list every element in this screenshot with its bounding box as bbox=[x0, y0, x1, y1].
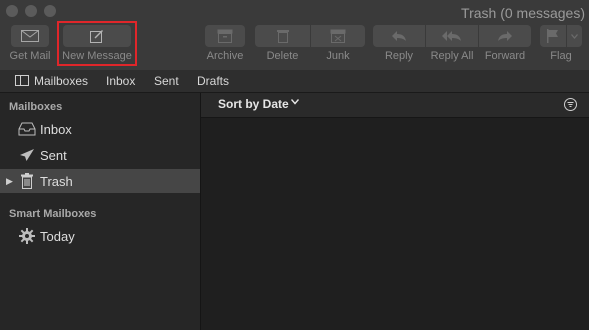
message-list-header: Sort by Date bbox=[201, 93, 589, 118]
trash-icon bbox=[18, 172, 36, 190]
inbox-icon bbox=[18, 120, 36, 138]
get-mail-label: Get Mail bbox=[9, 50, 51, 62]
sidebar-item-today[interactable]: Today bbox=[0, 224, 200, 248]
chevron-down-icon bbox=[290, 97, 300, 108]
toolbar: Trash (0 messages) Get Mail New Message … bbox=[0, 0, 589, 71]
trash-icon bbox=[276, 30, 289, 43]
reply-all-button[interactable] bbox=[426, 25, 478, 47]
favorites-bar bbox=[0, 70, 589, 93]
flag-label: Flag bbox=[550, 50, 572, 62]
window-title: Trash (0 messages) bbox=[461, 5, 585, 21]
flag-menu-chevron-down-icon[interactable] bbox=[567, 25, 582, 47]
mail-window: Trash (0 messages) Get Mail New Message … bbox=[0, 0, 589, 330]
archive-label: Archive bbox=[206, 50, 244, 62]
flag-icon bbox=[540, 25, 566, 47]
zoom-window-button[interactable] bbox=[44, 5, 56, 17]
favorites-inbox-button[interactable]: Inbox bbox=[106, 74, 135, 88]
delete-button[interactable] bbox=[255, 25, 310, 47]
favorites-mailboxes-button[interactable]: Mailboxes bbox=[34, 74, 88, 88]
junk-icon bbox=[330, 29, 346, 43]
reply-button[interactable] bbox=[373, 25, 425, 47]
disclosure-triangle-icon[interactable]: ▶ bbox=[6, 176, 13, 187]
gear-icon bbox=[18, 227, 36, 245]
forward-button[interactable] bbox=[479, 25, 531, 47]
forward-icon bbox=[498, 31, 512, 41]
new-message-highlight bbox=[57, 21, 137, 66]
mailboxes-section-header: Mailboxes bbox=[9, 101, 63, 113]
sort-by-button[interactable]: Sort by Date bbox=[218, 97, 289, 111]
reply-all-label: Reply All bbox=[430, 50, 474, 62]
sidebar-item-label: Today bbox=[40, 228, 75, 244]
minimize-window-button[interactable] bbox=[25, 5, 37, 17]
reply-all-icon bbox=[442, 31, 461, 41]
sidebar-item-label: Trash bbox=[40, 173, 73, 189]
envelope-icon bbox=[11, 25, 49, 47]
sidebar-item-inbox[interactable]: Inbox bbox=[0, 117, 200, 141]
sidebar-item-trash[interactable]: ▶ Trash bbox=[0, 169, 200, 193]
smart-mailboxes-section-header: Smart Mailboxes bbox=[9, 208, 97, 220]
sidebar-toggle-icon[interactable] bbox=[15, 75, 29, 86]
favorites-drafts-button[interactable]: Drafts bbox=[197, 74, 229, 88]
message-list: Sort by Date bbox=[201, 93, 589, 330]
archive-icon bbox=[205, 25, 245, 47]
delete-label: Delete bbox=[266, 50, 299, 62]
favorites-sent-button[interactable]: Sent bbox=[154, 74, 179, 88]
close-window-button[interactable] bbox=[6, 5, 18, 17]
reply-icon bbox=[392, 31, 406, 41]
junk-label: Junk bbox=[326, 50, 350, 62]
sidebar-item-label: Inbox bbox=[40, 121, 72, 137]
sidebar: Mailboxes Inbox Sent ▶ Trash Smart Mailb… bbox=[0, 93, 201, 330]
reply-label: Reply bbox=[384, 50, 414, 62]
sidebar-item-label: Sent bbox=[40, 147, 67, 163]
paper-plane-icon bbox=[18, 146, 36, 164]
forward-label: Forward bbox=[484, 50, 526, 62]
filter-icon[interactable] bbox=[564, 98, 577, 111]
sidebar-item-sent[interactable]: Sent bbox=[0, 143, 200, 167]
junk-button[interactable] bbox=[311, 25, 365, 47]
